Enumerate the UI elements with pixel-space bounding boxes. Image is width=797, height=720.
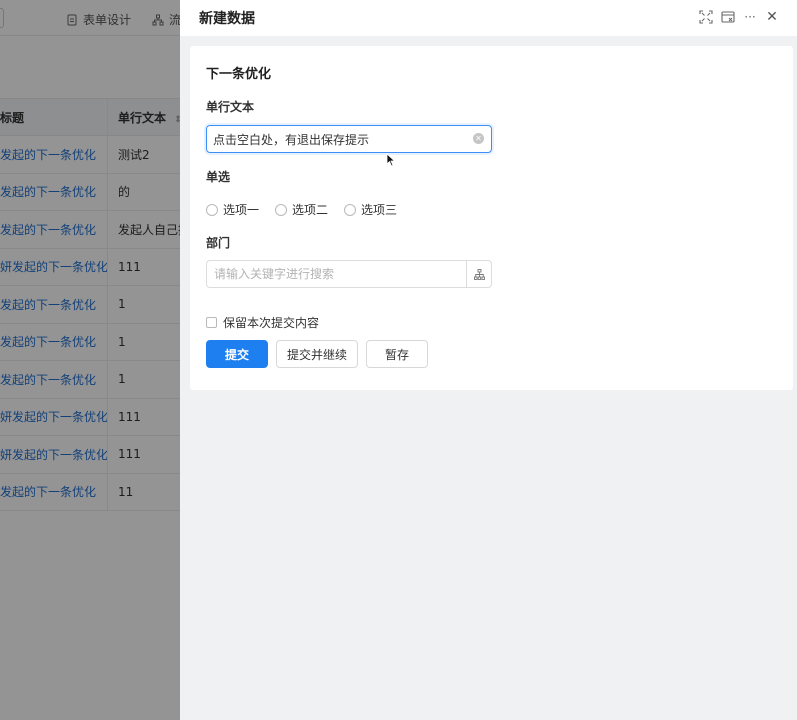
text-field-input[interactable]: [206, 125, 492, 153]
drawer-title: 新建数据: [199, 11, 255, 27]
form-title: 下一条优化: [206, 67, 272, 82]
department-search-input[interactable]: [207, 261, 466, 287]
radio-option-2[interactable]: 选项二: [275, 201, 328, 218]
radio-option-3[interactable]: 选项三: [344, 201, 397, 218]
new-data-drawer: 新建数据 ··· ✕ 下一条优化 单行文本 ✕ 单选 选项一 选项二 选项三 部…: [180, 0, 797, 720]
save-draft-button[interactable]: 暂存: [366, 340, 428, 368]
radio-option-2-label: 选项二: [292, 203, 329, 217]
text-field-label: 单行文本: [206, 100, 255, 114]
drawer-header: 新建数据 ··· ✕: [180, 0, 797, 36]
radio-option-1[interactable]: 选项一: [206, 201, 259, 218]
more-icon[interactable]: ···: [743, 10, 757, 24]
radio-field-label: 单选: [206, 170, 231, 184]
close-icon[interactable]: ✕: [765, 9, 779, 25]
modal-overlay[interactable]: [0, 0, 180, 720]
submit-and-continue-button[interactable]: 提交并继续: [276, 340, 358, 368]
keep-content-label: 保留本次提交内容: [223, 316, 320, 330]
form-card: 下一条优化 单行文本 ✕ 单选 选项一 选项二 选项三 部门 保留本次提交内容 …: [190, 46, 793, 390]
org-tree-icon[interactable]: [466, 261, 491, 287]
radio-circle[interactable]: [206, 203, 218, 216]
clear-icon[interactable]: ✕: [473, 133, 484, 144]
radio-circle[interactable]: [344, 203, 357, 216]
department-selector: [206, 260, 492, 288]
keep-content-option[interactable]: 保留本次提交内容: [206, 314, 319, 331]
window-icon[interactable]: [721, 10, 735, 24]
radio-group: 选项一 选项二 选项三: [206, 201, 397, 218]
keep-content-checkbox[interactable]: [206, 317, 217, 328]
form-actions: 提交 提交并继续 暂存: [206, 340, 428, 368]
radio-option-3-label: 选项三: [361, 203, 398, 217]
drawer-header-actions: ··· ✕: [699, 9, 779, 25]
radio-circle[interactable]: [275, 203, 288, 216]
submit-button[interactable]: 提交: [206, 340, 268, 368]
department-field-label: 部门: [206, 236, 231, 250]
fullscreen-icon[interactable]: [699, 10, 713, 24]
mouse-cursor-icon: [386, 153, 396, 167]
radio-option-1-label: 选项一: [223, 203, 260, 217]
